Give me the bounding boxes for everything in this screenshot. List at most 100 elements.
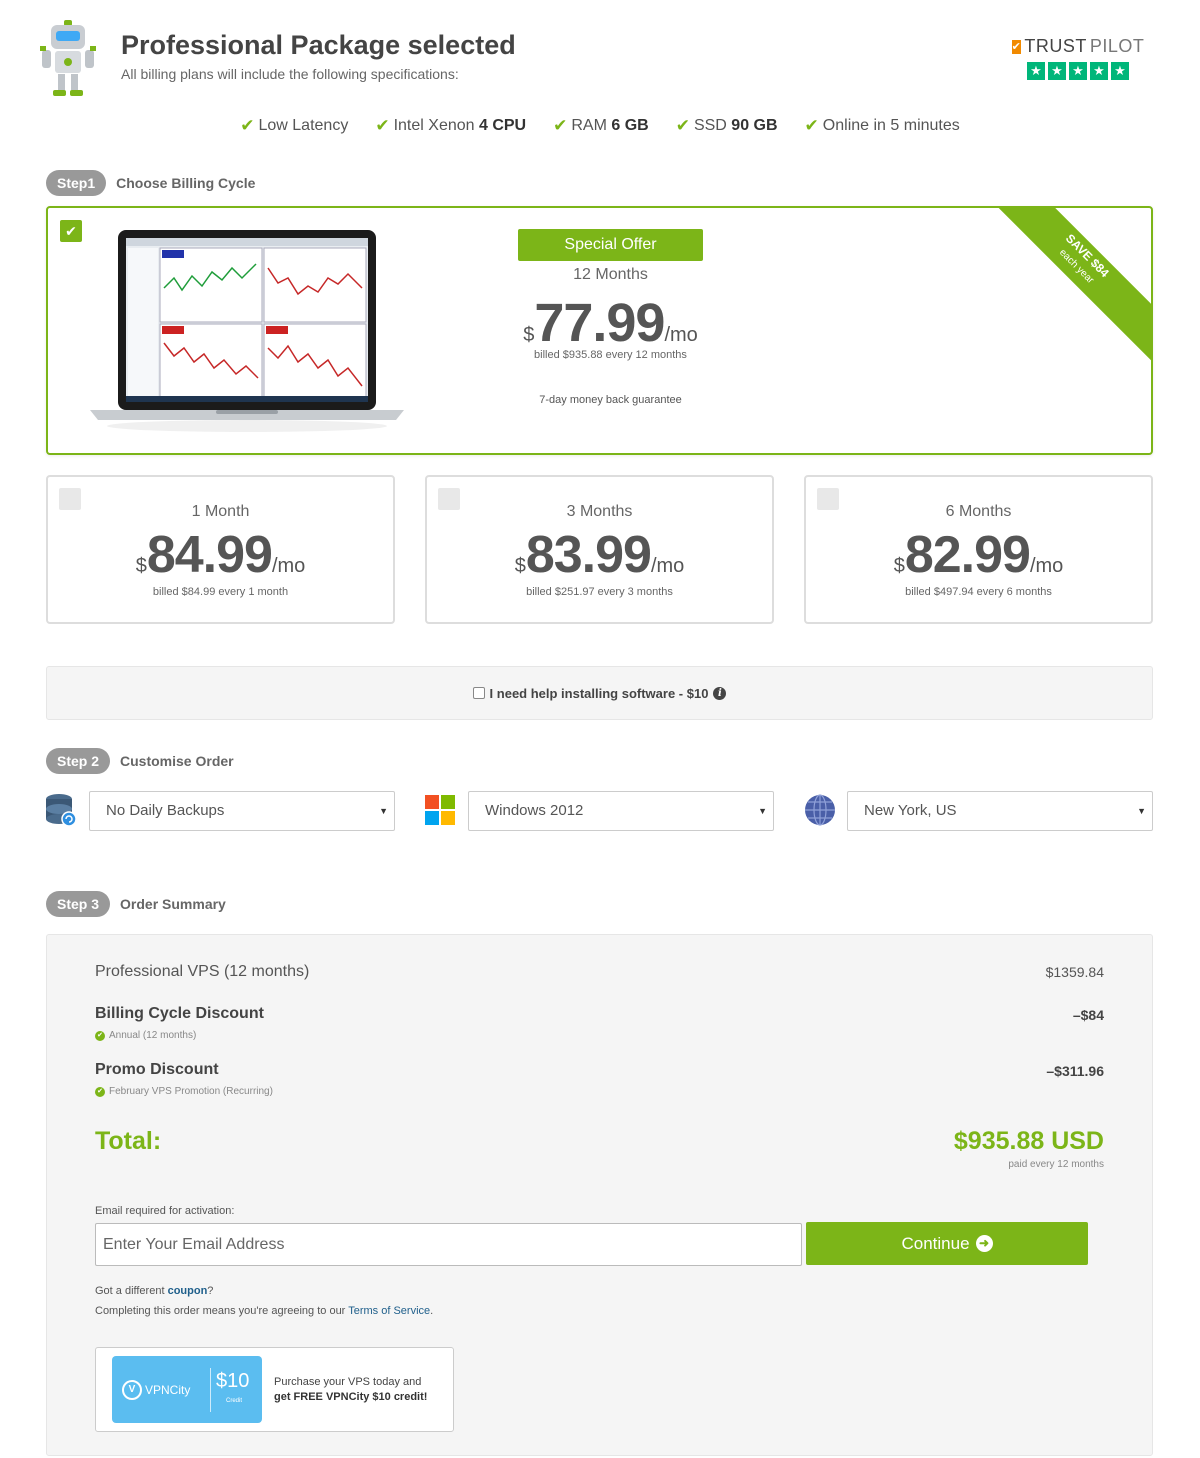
promo-discount-note: ✔ February VPS Promotion (Recurring) [95, 1086, 273, 1097]
chevron-down-icon: ▼ [1137, 806, 1146, 816]
total-value: $935.88 USD [953, 1127, 1104, 1155]
plan-price: $83.99/mo [427, 525, 772, 585]
ribbon-main: SAVE $84 [1062, 231, 1112, 281]
promo-discount-label: Promo Discount [95, 1061, 219, 1078]
step2-pill: Step 2 [46, 748, 111, 774]
coupon-line: Got a different coupon? [95, 1285, 213, 1297]
step3-header: Step 3 Order Summary [46, 891, 226, 917]
cycle-discount-note: ✔ Annual (12 months) [95, 1030, 196, 1041]
save-ribbon: SAVE $84 each year [974, 208, 1151, 369]
spec-value: 4 CPU [478, 117, 527, 134]
terms-line: Completing this order means you're agree… [95, 1305, 433, 1317]
backups-select[interactable]: No Daily Backups ▼ [89, 791, 395, 831]
plan-months: 6 Months [945, 503, 1012, 520]
email-input[interactable] [95, 1223, 802, 1266]
os-select-value: Windows 2012 [485, 802, 584, 819]
plan-months: 12 Months [573, 266, 648, 283]
star-icon: ★ [1090, 62, 1108, 80]
price-period: /mo [664, 324, 698, 346]
vps-line-label: Professional VPS (12 months) [95, 963, 310, 980]
database-icon [46, 794, 77, 827]
price-amount: 84.99 [146, 526, 273, 584]
coupon-link[interactable]: coupon [168, 1285, 208, 1297]
check-icon: ✔ [804, 116, 819, 135]
cycle-discount-sub: Annual (12 months) [109, 1030, 197, 1041]
os-select[interactable]: Windows 2012 ▼ [468, 791, 774, 831]
spec-text: RAM [571, 117, 612, 134]
plan-price: $77.99/mo [488, 292, 733, 354]
plan-billed: billed $497.94 every 6 months [905, 586, 1052, 598]
trustpilot-badge[interactable]: ✔ TRUST PILOT ★ ★ ★ ★ ★ [1011, 36, 1144, 80]
spec-item: ✔ SSD 90 GB [676, 116, 778, 136]
cycle-discount-label: Billing Cycle Discount [95, 1005, 264, 1022]
page-subtitle: All billing plans will include the follo… [121, 66, 459, 82]
vpncity-promo-banner[interactable]: V VPNCity $10 Credit Purchase your VPS to… [95, 1347, 454, 1432]
install-help-label[interactable]: I need help installing software - $10 [490, 686, 709, 701]
vps-line-value: $1359.84 [1045, 964, 1104, 980]
windows-icon [425, 795, 455, 825]
vpncity-amount: $10 [216, 1370, 250, 1392]
terms-of-service-link[interactable]: Terms of Service [348, 1305, 430, 1317]
vpncity-brand: VPNCity [145, 1383, 191, 1397]
selected-checkbox[interactable]: ✔ [60, 220, 82, 242]
spec-value: 6 GB [611, 117, 649, 134]
price-amount: 82.99 [904, 526, 1031, 584]
terms-text: Completing this order means you're agree… [95, 1305, 349, 1317]
check-icon: ✔ [553, 116, 568, 135]
plan-card-6-months[interactable]: 6 Months $82.99/mo billed $497.94 every … [804, 475, 1153, 624]
trustpilot-label-trust: TRUST [1024, 36, 1087, 56]
money-back-guarantee: 7-day money back guarantee [539, 394, 682, 406]
vpncity-line2: get FREE VPNCity $10 credit! [274, 1391, 428, 1403]
vpncity-credit-label: Credit [226, 1398, 243, 1404]
price-period: /mo [271, 555, 306, 577]
spec-text: Low Latency [258, 117, 349, 134]
spec-value: 90 GB [731, 117, 778, 134]
trustpilot-stars: ★ ★ ★ ★ ★ [1013, 62, 1143, 80]
plan-card-1-month[interactable]: 1 Month $84.99/mo billed $84.99 every 1 … [46, 475, 395, 624]
step3-label: Order Summary [120, 896, 226, 912]
star-icon: ★ [1048, 62, 1066, 80]
vpncity-line1: Purchase your VPS today and [274, 1376, 422, 1388]
page-title: Professional Package selected [121, 30, 516, 60]
globe-icon [805, 794, 835, 826]
price-amount: 77.99 [534, 293, 665, 353]
spec-text: SSD [693, 117, 732, 134]
terms-text-end: . [430, 1305, 434, 1317]
step1-pill: Step1 [46, 170, 107, 196]
step3-pill: Step 3 [46, 891, 111, 917]
check-icon: ✔ [95, 1030, 105, 1041]
check-icon: ✔ [240, 116, 255, 135]
install-help-option: I need help installing software - $10 i [46, 666, 1153, 720]
total-label: Total: [95, 1127, 162, 1155]
chevron-down-icon: ▼ [379, 806, 388, 816]
step1-header: Step1 Choose Billing Cycle [46, 170, 255, 196]
info-icon[interactable]: i [713, 686, 727, 700]
arrow-circle-right-icon: ➜ [975, 1235, 993, 1252]
spec-text: Online in 5 minutes [822, 117, 960, 134]
step1-label: Choose Billing Cycle [116, 175, 256, 191]
step2-label: Customise Order [120, 753, 234, 769]
price-currency: $ [514, 555, 526, 577]
plan-card-3-months[interactable]: 3 Months $83.99/mo billed $251.97 every … [425, 475, 774, 624]
coupon-text-end: ? [207, 1285, 214, 1297]
price-currency: $ [893, 555, 905, 577]
plan-card-12-months[interactable]: ✔ Special Offer 12 Months $77.99/mo bill… [46, 206, 1153, 455]
vpncity-credit-card: V VPNCity $10 Credit [112, 1356, 262, 1423]
robot-mascot-icon [40, 20, 96, 96]
plan-billed: billed $84.99 every 1 month [152, 586, 289, 598]
price-currency: $ [523, 324, 535, 346]
vpncity-logo-icon: V [122, 1380, 142, 1400]
location-select-value: New York, US [864, 802, 957, 819]
price-period: /mo [1029, 555, 1064, 577]
plan-price: $82.99/mo [806, 525, 1151, 585]
install-help-checkbox[interactable] [472, 687, 485, 699]
check-icon: ✔ [95, 1086, 105, 1097]
spec-list: ✔ Low Latency ✔ Intel Xenon 4 CPU ✔ RAM 6 G… [0, 116, 1200, 136]
star-icon: ★ [1027, 62, 1045, 80]
plan-months: 1 Month [191, 503, 250, 520]
cycle-discount-value: –$84 [1072, 1007, 1104, 1023]
continue-button[interactable]: Continue ➜ [806, 1222, 1088, 1265]
star-icon: ★ [1111, 62, 1129, 80]
location-select[interactable]: New York, US ▼ [847, 791, 1153, 831]
special-offer-badge: Special Offer [518, 229, 703, 261]
